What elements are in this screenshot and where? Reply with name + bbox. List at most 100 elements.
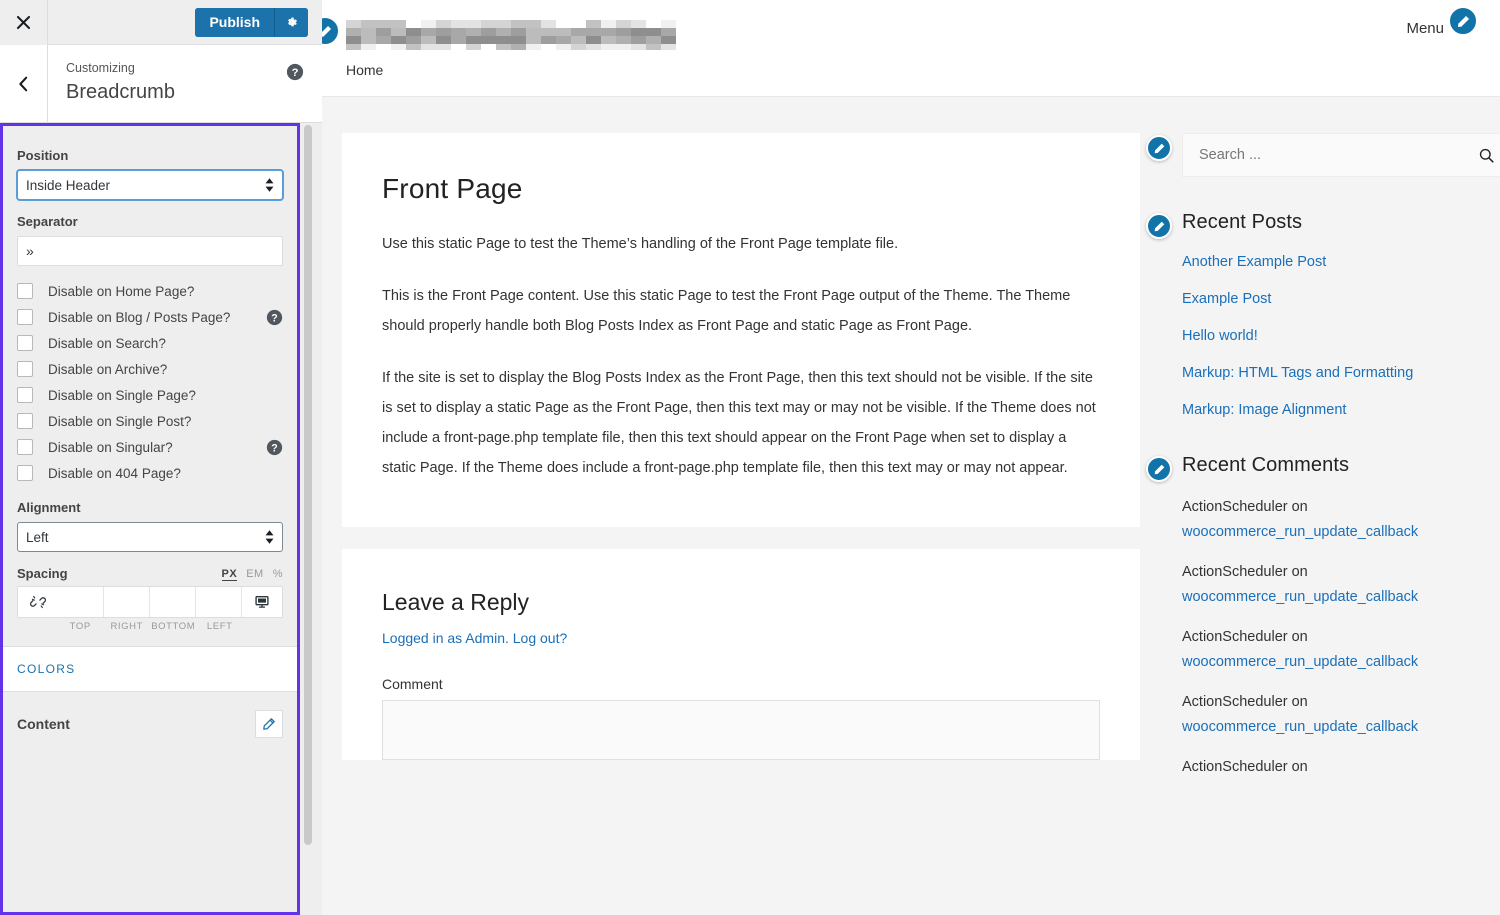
redaction-block	[451, 36, 466, 44]
redaction-block	[526, 44, 541, 50]
page-title: Breadcrumb	[66, 81, 175, 103]
checkbox-row[interactable]: Disable on Blog / Posts Page? ?	[17, 305, 283, 331]
redaction-block	[661, 36, 676, 44]
checkbox-row[interactable]: Disable on Home Page?	[17, 279, 283, 305]
widget-title: Recent Posts	[1182, 211, 1303, 233]
spacing-input-left[interactable]	[196, 587, 242, 617]
tab-colors[interactable]: COLORS	[17, 662, 75, 676]
help-icon[interactable]: ?	[266, 309, 283, 326]
checkbox-single-post[interactable]	[17, 413, 33, 429]
list-item: Markup: HTML Tags and Formatting	[1182, 363, 1500, 383]
alignment-select[interactable]: Left	[17, 522, 283, 552]
comment-textarea[interactable]	[382, 700, 1100, 760]
desktop-icon[interactable]	[242, 587, 282, 617]
position-select[interactable]: Inside Header	[17, 170, 283, 200]
spacing-label: Spacing	[17, 566, 68, 581]
checkbox-row[interactable]: Disable on Single Post?	[17, 409, 283, 435]
redaction-block	[526, 28, 541, 36]
publish-group: Publish	[195, 7, 308, 37]
edit-widget-badge[interactable]	[1146, 213, 1172, 239]
checkbox-row[interactable]: Disable on Singular? ?	[17, 435, 283, 461]
redaction-block	[346, 28, 361, 36]
list-item: Another Example Post	[1182, 252, 1500, 272]
spacing-field-labels: TOP RIGHT BOTTOM LEFT	[17, 621, 283, 632]
sidebar-widgets: Search ... Recent Posts Another Example …	[1146, 97, 1500, 813]
checkbox-search[interactable]	[17, 335, 33, 351]
redaction-block	[376, 20, 391, 28]
checkbox-home-page[interactable]	[17, 283, 33, 299]
redaction-block	[436, 44, 451, 50]
redaction-block	[511, 36, 526, 44]
redaction-block	[376, 44, 391, 50]
content-label: Content	[17, 716, 70, 732]
spacing-input-bottom[interactable]	[150, 587, 196, 617]
checkbox-row[interactable]: Disable on Search?	[17, 331, 283, 357]
post-link[interactable]: Hello world!	[1182, 328, 1258, 344]
list-item: Example Post	[1182, 289, 1500, 309]
svg-text:?: ?	[271, 312, 277, 324]
back-icon[interactable]	[0, 45, 48, 122]
checkbox-row[interactable]: Disable on Single Page?	[17, 383, 283, 409]
search-placeholder: Search ...	[1199, 147, 1262, 163]
unit-px[interactable]: PX	[221, 568, 238, 581]
checkbox-row[interactable]: Disable on Archive?	[17, 357, 283, 383]
redaction-block	[556, 36, 571, 44]
breadcrumb-item-home[interactable]: Home	[346, 62, 383, 78]
post-link[interactable]: Markup: HTML Tags and Formatting	[1182, 365, 1413, 381]
post-link[interactable]: Example Post	[1182, 291, 1271, 307]
publish-button[interactable]: Publish	[195, 7, 275, 37]
spacing-input-right[interactable]	[104, 587, 150, 617]
unit-percent[interactable]: %	[273, 568, 283, 581]
panel-scrollbar[interactable]	[304, 125, 312, 845]
redaction-block	[406, 20, 421, 28]
comment-link[interactable]: woocommerce_run_update_callback	[1182, 519, 1500, 545]
redaction-block	[346, 44, 361, 50]
redaction-block	[541, 36, 556, 44]
redaction-block	[391, 36, 406, 44]
checkbox-label: Disable on Single Post?	[48, 413, 192, 429]
widget-recent-posts: Recent Posts Another Example Post Exampl…	[1146, 211, 1500, 420]
breadcrumb: Home	[322, 62, 1500, 97]
checkbox-archive[interactable]	[17, 361, 33, 377]
checkbox-singular[interactable]	[17, 439, 33, 455]
edit-widget-badge[interactable]	[1146, 135, 1172, 161]
edit-menu-badge[interactable]	[1448, 6, 1478, 36]
checkbox-blog-posts-page[interactable]	[17, 309, 33, 325]
redaction-block	[556, 28, 571, 36]
comment-link[interactable]: woocommerce_run_update_callback	[1182, 714, 1500, 740]
comment-link[interactable]: woocommerce_run_update_callback	[1182, 584, 1500, 610]
redaction-block	[451, 28, 466, 36]
gear-icon[interactable]	[275, 7, 308, 37]
checkbox-row[interactable]: Disable on 404 Page?	[17, 461, 283, 487]
help-icon[interactable]: ?	[266, 439, 283, 456]
recent-posts-list: Another Example Post Example Post Hello …	[1182, 252, 1500, 420]
edit-widget-badge[interactable]	[1146, 456, 1172, 482]
close-icon[interactable]	[0, 0, 48, 45]
unlink-icon[interactable]	[18, 587, 58, 617]
control-spacing: Spacing PX EM % TOP RIGHT BOTTOM LEFT	[3, 566, 297, 632]
help-icon[interactable]: ?	[286, 63, 304, 81]
article-paragraph: This is the Front Page content. Use this…	[382, 288, 1071, 334]
logout-link[interactable]: Log out?	[513, 630, 568, 646]
redaction-block	[421, 28, 436, 36]
control-separator: Separator	[3, 214, 297, 266]
spacing-input-top[interactable]	[58, 587, 104, 617]
edit-content-button[interactable]	[255, 710, 283, 738]
redaction-block	[616, 44, 631, 50]
post-link[interactable]: Markup: Image Alignment	[1182, 402, 1346, 418]
separator-input[interactable]	[17, 236, 283, 266]
svg-text:?: ?	[271, 442, 277, 454]
checkbox-404-page[interactable]	[17, 465, 33, 481]
search-icon[interactable]	[1478, 147, 1495, 164]
colors-tab-strip: COLORS	[3, 646, 297, 692]
controls-scroll: Position Inside Header Separator » Disab…	[3, 126, 297, 912]
search-input[interactable]: Search ...	[1182, 133, 1500, 177]
comment-author: ActionScheduler on	[1182, 564, 1308, 580]
checkbox-single-page[interactable]	[17, 387, 33, 403]
redaction-block	[616, 36, 631, 44]
checkbox-label: Disable on Singular?	[48, 439, 173, 455]
comment-link[interactable]: woocommerce_run_update_callback	[1182, 649, 1500, 675]
post-link[interactable]: Another Example Post	[1182, 254, 1326, 270]
spacing-label-right: RIGHT	[110, 621, 144, 632]
unit-em[interactable]: EM	[246, 568, 264, 581]
